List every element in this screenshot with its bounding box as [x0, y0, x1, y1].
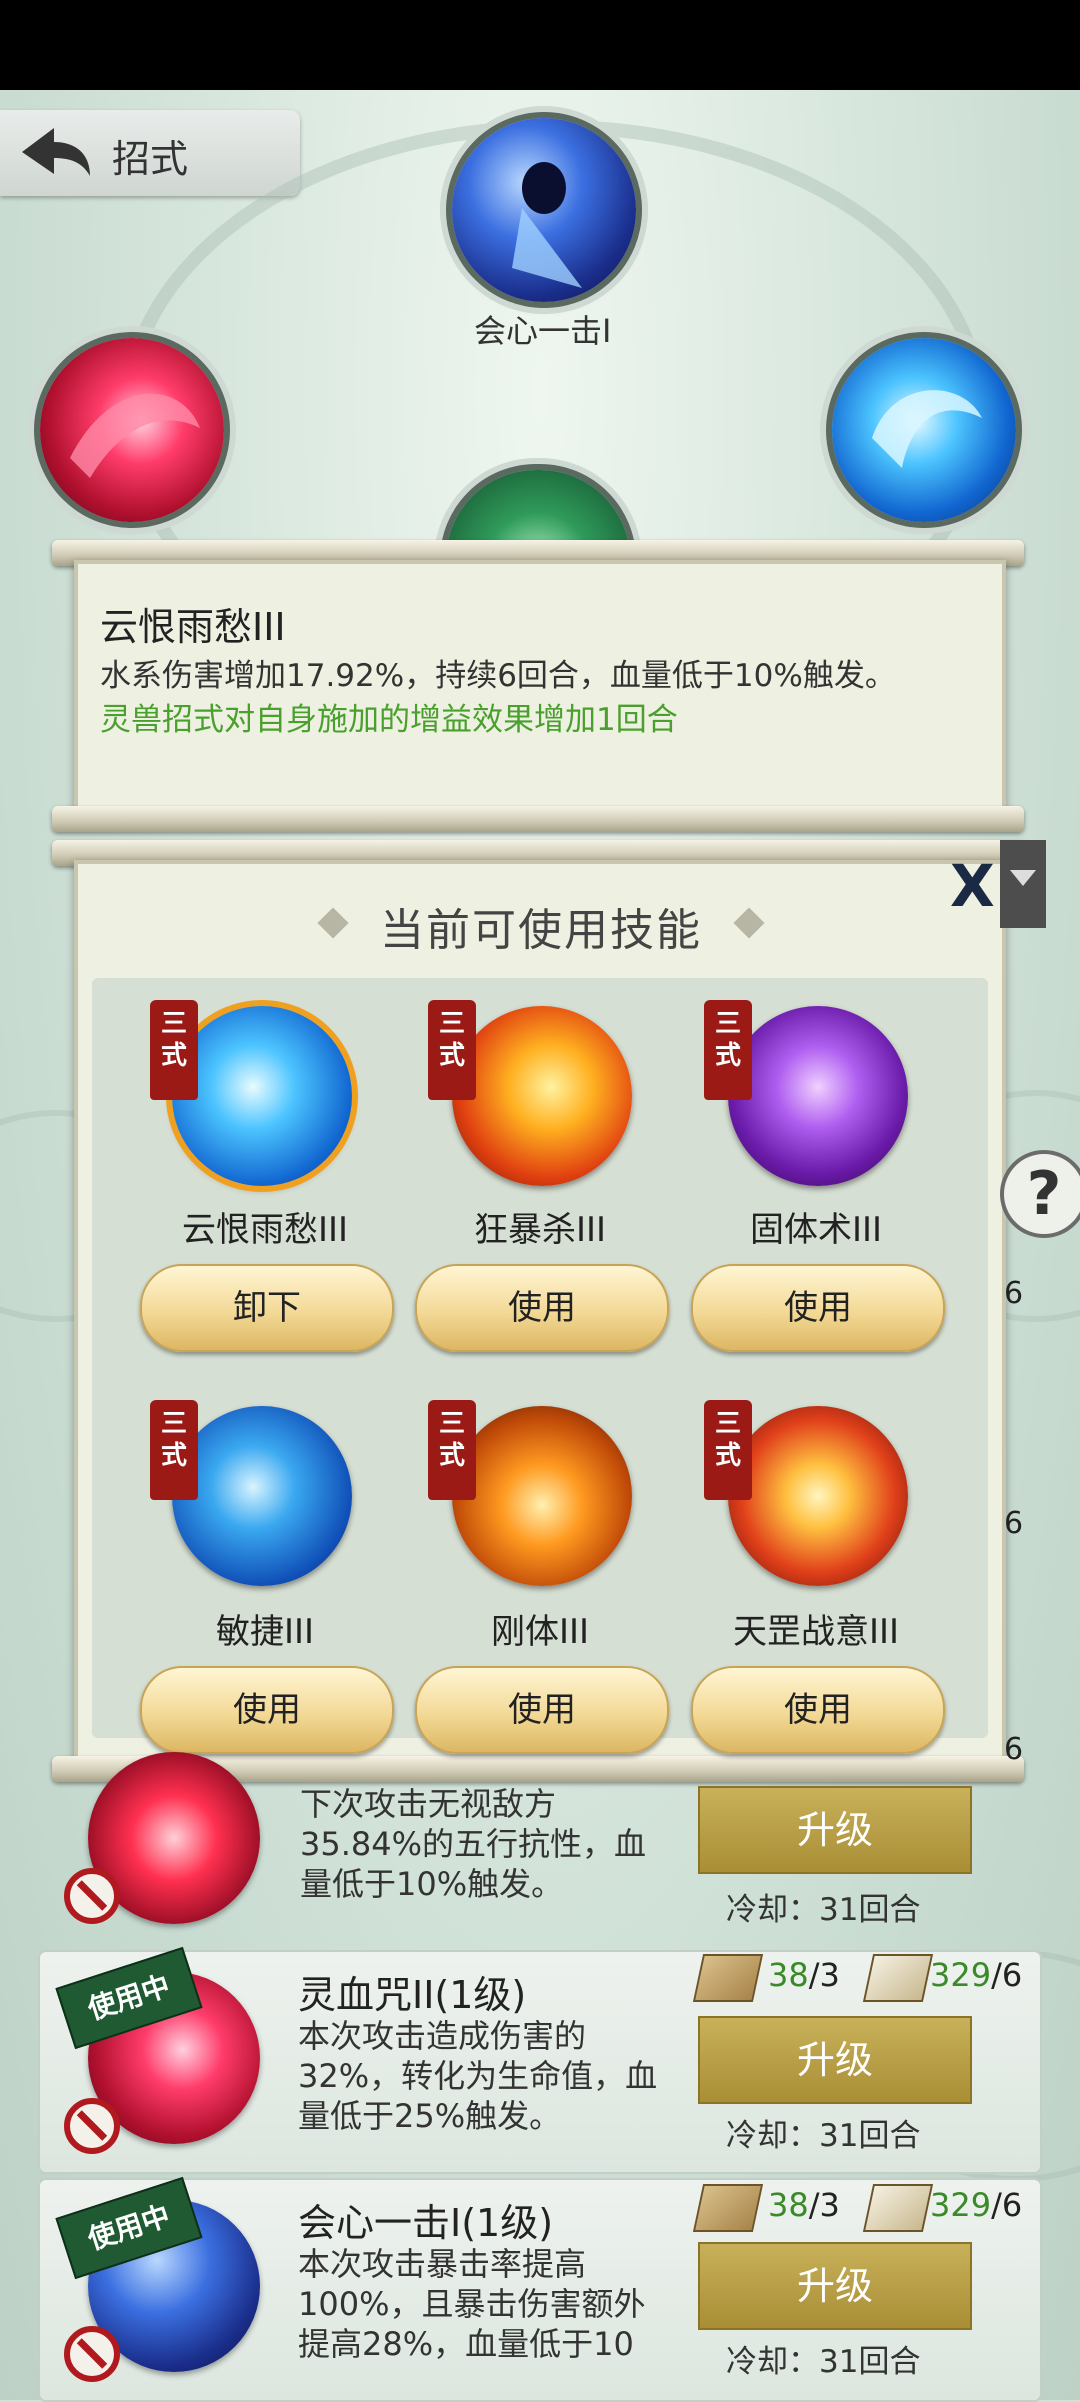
skill-name-4: 刚体III: [490, 1612, 590, 1652]
skill-use-button-4[interactable]: 使用: [415, 1666, 669, 1754]
card-4-res1: 38/3: [768, 2186, 840, 2224]
skill-use-button-3[interactable]: 使用: [140, 1666, 394, 1754]
card-4-cooldown: 冷却：31回合: [726, 2344, 921, 2380]
card-3-title: 灵血咒II(1级): [298, 1973, 527, 2017]
skill-name-5: 天罡战意III: [732, 1612, 900, 1652]
skill-badge-4: 三式: [428, 1400, 476, 1500]
info-skill-desc: 水系伤害增加17.92%，持续6回合，血量低于10%触发。: [100, 658, 896, 694]
skill-use-button-5[interactable]: 使用: [691, 1666, 945, 1754]
card-2-cooldown: 冷却：31回合: [726, 1892, 921, 1928]
card-2-partial-count: 6: [1004, 1732, 1024, 1767]
skill-name-2: 固体术III: [749, 1210, 883, 1250]
card-3-desc: 本次攻击造成伤害的32%，转化为生命值，血量低于25%触发。: [298, 2017, 658, 2135]
card-2-upgrade-button[interactable]: 升级: [698, 1786, 972, 1874]
skill-name-0: 云恨雨愁III: [181, 1210, 349, 1250]
skill-badge-1: 三式: [428, 1000, 476, 1100]
card-3-ban-icon[interactable]: [64, 2098, 120, 2154]
skills-panel-title: 当前可使用技能: [380, 905, 702, 956]
card-4-scroll-icon: [692, 2184, 764, 2232]
slot-top-label: 会心一击I: [474, 312, 612, 350]
card-4-title: 会心一击I(1级): [298, 2201, 554, 2245]
back-arrow-icon[interactable]: [18, 124, 94, 180]
skill-badge-2: 三式: [704, 1000, 752, 1100]
card-4-res2: 329/6: [930, 2186, 1023, 2224]
skill-unequip-button-0[interactable]: 卸下: [140, 1264, 394, 1352]
card-3-scroll-icon: [692, 1954, 764, 2002]
card-0-partial-count: 6: [1004, 1276, 1024, 1311]
info-skill-bonus: 灵兽招式对自身施加的增益效果增加1回合: [100, 702, 678, 738]
slot-left-skill-icon[interactable]: [40, 338, 224, 522]
card-3-cooldown: 冷却：31回合: [726, 2118, 921, 2154]
info-skill-title: 云恨雨愁III: [100, 605, 286, 649]
status-bar: [0, 0, 1080, 90]
info-panel-rod-bottom: [52, 806, 1024, 832]
slot-top-skill-icon[interactable]: [452, 118, 636, 302]
card-4-ban-icon[interactable]: [64, 2326, 120, 2382]
slot-right-skill-icon[interactable]: [832, 338, 1016, 522]
card-4-book-icon: [862, 2184, 934, 2232]
card-4-desc: 本次攻击暴击率提高100%，且暴击伤害额外提高28%，血量低于10: [298, 2245, 646, 2363]
skill-badge-0: 三式: [150, 1000, 198, 1100]
skill-name-3: 敏捷III: [215, 1612, 315, 1652]
skill-icon-4[interactable]: [452, 1406, 632, 1586]
skill-badge-5: 三式: [704, 1400, 752, 1500]
skill-badge-3: 三式: [150, 1400, 198, 1500]
skill-icon-0[interactable]: [172, 1006, 352, 1186]
card-3-res2: 329/6: [930, 1956, 1023, 1994]
card-1-partial-count: 6: [1004, 1506, 1024, 1541]
help-icon[interactable]: ?: [1000, 1150, 1080, 1238]
page-title: 招式: [112, 137, 189, 181]
card-2-ban-icon[interactable]: [64, 1868, 120, 1924]
chevron-down-icon[interactable]: [1000, 840, 1046, 928]
skill-icon-3[interactable]: [172, 1406, 352, 1586]
card-2-desc: 下次攻击无视敌方35.84%的五行抗性，血量低于10%触发。: [300, 1785, 647, 1903]
skill-use-button-1[interactable]: 使用: [415, 1264, 669, 1352]
skill-name-1: 狂暴杀III: [473, 1210, 607, 1250]
skill-icon-5[interactable]: [728, 1406, 908, 1586]
card-4-upgrade-button[interactable]: 升级: [698, 2242, 972, 2330]
card-3-book-icon: [862, 1954, 934, 2002]
skill-icon-2[interactable]: [728, 1006, 908, 1186]
skill-use-button-2[interactable]: 使用: [691, 1264, 945, 1352]
skill-icon-1[interactable]: [452, 1006, 632, 1186]
card-3-res1: 38/3: [768, 1956, 840, 1994]
card-3-upgrade-button[interactable]: 升级: [698, 2016, 972, 2104]
